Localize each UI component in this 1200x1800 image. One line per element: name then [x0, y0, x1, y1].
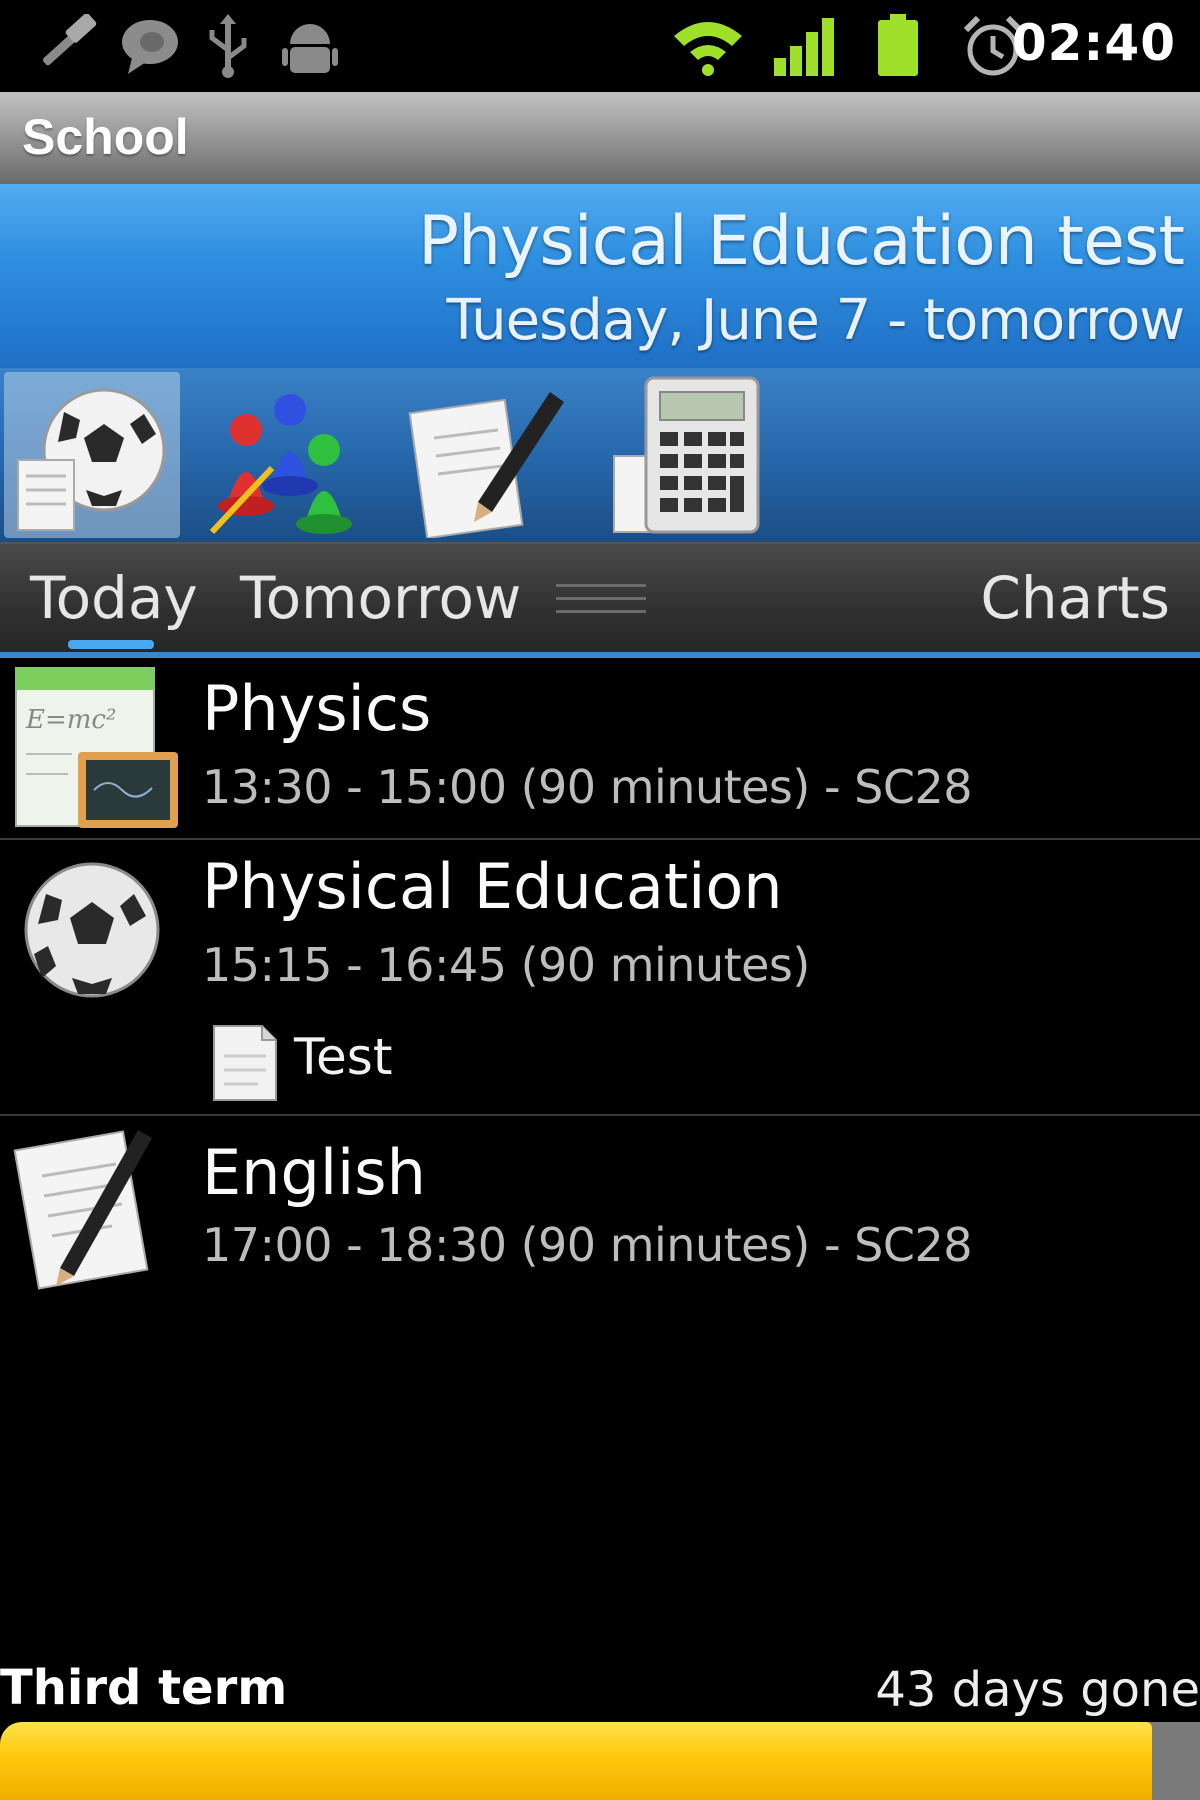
- tabs-divider: [0, 652, 1200, 658]
- app-title-bar: School: [0, 92, 1200, 184]
- battery-icon: [878, 14, 918, 76]
- note-label: Test: [294, 1028, 393, 1086]
- term-status: 43 days gone: [875, 1662, 1200, 1718]
- hammer-icon: [42, 14, 97, 66]
- upcoming-event-header[interactable]: Physical Education test Tuesday, June 7 …: [0, 184, 1200, 368]
- lesson-details: 15:15 - 16:45 (90 minutes): [202, 938, 810, 992]
- soccer-ball-icon: [24, 862, 160, 998]
- lesson-subject: Physics: [202, 672, 432, 745]
- signal-icon: [774, 18, 834, 76]
- lesson-subject: English: [202, 1136, 426, 1209]
- tab-tomorrow[interactable]: Tomorrow: [240, 564, 521, 632]
- active-tab-indicator: [68, 640, 154, 649]
- svg-text:E=mc²: E=mc²: [25, 705, 116, 735]
- lesson-row-physical-education[interactable]: Physical Education 15:15 - 16:45 (90 min…: [0, 840, 1200, 1116]
- lesson-details: 13:30 - 15:00 (90 minutes) - SC28: [202, 760, 973, 814]
- chess-pieces-icon[interactable]: [202, 372, 378, 538]
- tab-drag-handle[interactable]: [556, 584, 646, 624]
- lesson-subject: Physical Education: [202, 850, 783, 923]
- english-writing-icon[interactable]: [408, 372, 584, 540]
- chat-bubble-icon: [122, 20, 178, 74]
- subject-icon-strip: [0, 368, 1200, 542]
- event-date: Tuesday, June 7 - tomorrow: [446, 288, 1185, 353]
- document-icon: [213, 1025, 277, 1101]
- lesson-details: 17:00 - 18:30 (90 minutes) - SC28: [202, 1218, 973, 1272]
- physics-icon: E=mc²: [15, 667, 178, 828]
- tab-charts[interactable]: Charts: [980, 564, 1170, 632]
- usb-icon: [209, 14, 247, 78]
- view-tabs: Today Tomorrow Charts: [0, 542, 1200, 656]
- wifi-icon: [674, 22, 742, 76]
- term-label: Third term: [0, 1660, 288, 1716]
- physical-education-icon[interactable]: [4, 372, 180, 538]
- status-bar: 02:40: [0, 0, 1200, 92]
- writing-pencil-icon: [13, 1130, 152, 1290]
- android-debug-icon: [282, 24, 338, 73]
- lesson-note[interactable]: Test: [210, 1022, 392, 1102]
- term-progress-bar: [0, 1722, 1200, 1800]
- lesson-row-english[interactable]: English 17:00 - 18:30 (90 minutes) - SC2…: [0, 1116, 1200, 1316]
- calculator-icon[interactable]: [606, 372, 782, 538]
- lesson-row-physics[interactable]: E=mc² Physics 13:30 - 15:00 (90 minutes)…: [0, 662, 1200, 840]
- tab-today[interactable]: Today: [30, 564, 198, 632]
- term-progress-fill: [0, 1722, 1152, 1800]
- status-clock: 02:40: [1011, 14, 1176, 72]
- event-title: Physical Education test: [418, 202, 1185, 281]
- app-title: School: [22, 109, 189, 165]
